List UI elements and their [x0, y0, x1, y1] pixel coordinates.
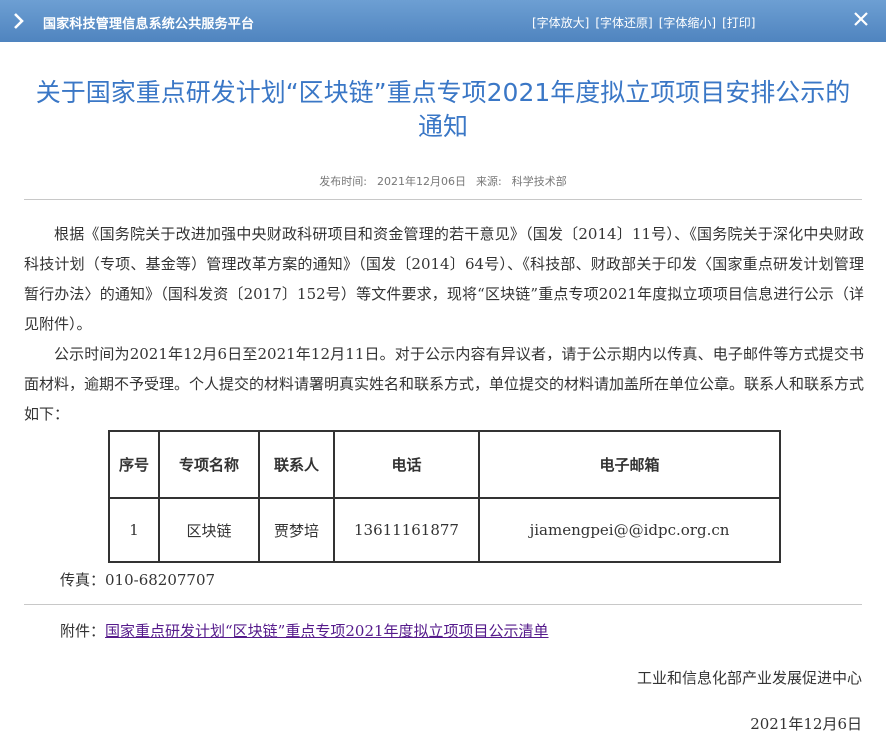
- attachment-label: 附件：: [60, 622, 106, 640]
- fax-line: 传真：010-68207707: [60, 571, 216, 589]
- column-header: 电话: [333, 430, 480, 499]
- column-header: 联系人: [258, 430, 335, 499]
- font-reset-button[interactable]: [字体还原]: [595, 14, 652, 31]
- table-cell: 贾梦培: [258, 497, 335, 563]
- font-tools: [字体放大] [字体还原] [字体缩小] [打印]: [532, 14, 762, 31]
- chevron-right-icon[interactable]: [12, 12, 26, 30]
- table-cell: 1: [108, 497, 160, 563]
- site-title: 国家科技管理信息系统公共服务平台: [43, 17, 255, 32]
- article-meta: 发布时间: 2021年12月06日 来源: 科学技术部: [0, 173, 886, 189]
- publish-label: 发布时间:: [319, 175, 367, 188]
- article-title: 关于国家重点研发计划“区块链”重点专项2021年度拟立项项目安排公示的通知: [35, 78, 851, 141]
- paragraph: 根据《国务院关于改进加强中央财政科研项目和资金管理的若干意见》（国发〔2014〕…: [24, 225, 864, 333]
- source-value: 科学技术部: [511, 175, 567, 188]
- column-header: 序号: [108, 430, 160, 499]
- font-enlarge-button[interactable]: [字体放大]: [532, 14, 589, 31]
- column-header: 电子邮箱: [478, 430, 781, 499]
- table-cell: jiamengpei@@idpc.org.cn: [478, 497, 781, 563]
- attachment-link[interactable]: 国家重点研发计划“区块链”重点专项2021年度拟立项项目公示清单: [105, 622, 549, 640]
- divider: [24, 604, 862, 605]
- table-row: 1 区块链 贾梦培 13611161877 jiamengpei@@idpc.o…: [108, 497, 781, 563]
- divider: [24, 199, 862, 200]
- source-label: 来源:: [476, 175, 502, 188]
- table-header-row: 序号 专项名称 联系人 电话 电子邮箱: [108, 430, 781, 499]
- contact-table: 序号 专项名称 联系人 电话 电子邮箱 1 区块链 贾梦培 1361116187…: [108, 430, 781, 563]
- table-cell: 区块链: [158, 497, 260, 563]
- attachment-line: 附件：国家重点研发计划“区块链”重点专项2021年度拟立项项目公示清单: [60, 620, 549, 641]
- publish-date: 2021年12月06日: [377, 175, 466, 188]
- close-icon[interactable]: [851, 9, 871, 29]
- top-bar: 国家科技管理信息系统公共服务平台 [字体放大] [字体还原] [字体缩小] [打印]: [0, 0, 886, 42]
- article-body: 根据《国务院关于改进加强中央财政科研项目和资金管理的若干意见》（国发〔2014〕…: [24, 219, 864, 429]
- table-cell: 13611161877: [333, 497, 480, 563]
- signature: 工业和信息化部产业发展促进中心: [636, 669, 862, 687]
- print-button[interactable]: [打印]: [722, 14, 755, 31]
- paragraph: 公示时间为2021年12月6日至2021年12月11日。对于公示内容有异议者，请…: [24, 345, 865, 423]
- font-shrink-button[interactable]: [字体缩小]: [659, 14, 716, 31]
- sign-date: 2021年12月6日: [750, 715, 862, 733]
- column-header: 专项名称: [158, 430, 260, 499]
